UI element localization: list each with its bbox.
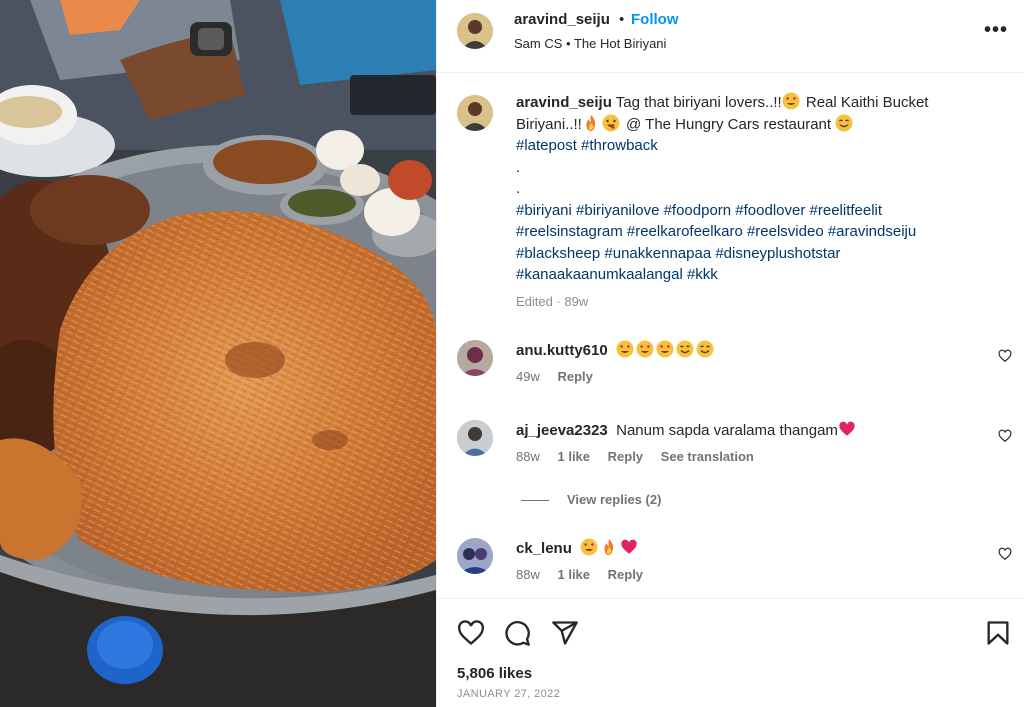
post-header: aravind_seiju • Follow Sam CS • The Hot … bbox=[437, 0, 1024, 73]
comment-meta: 88w 1 like Reply bbox=[516, 567, 657, 582]
red-heart-emoji bbox=[620, 538, 638, 556]
caption-hashtags-1[interactable]: #latepost #throwback bbox=[516, 135, 986, 157]
heart-eyes-emoji bbox=[782, 92, 800, 110]
biryani-photo bbox=[0, 0, 436, 707]
commenter-avatar-image bbox=[457, 340, 493, 376]
heart-eyes-emoji bbox=[580, 538, 598, 556]
reply-button[interactable]: Reply bbox=[608, 449, 643, 464]
audio-location-subtitle[interactable]: Sam CS • The Hot Biriyani bbox=[514, 36, 666, 51]
red-heart-emoji bbox=[838, 420, 856, 438]
bookmark-icon[interactable] bbox=[984, 619, 1012, 647]
caption-hashtags-2[interactable]: #biriyani #biriyanilove #foodporn #foodl… bbox=[516, 200, 986, 286]
comment-username[interactable]: ck_lenu bbox=[516, 540, 572, 557]
comment-meta: 49w Reply bbox=[516, 369, 607, 384]
caption-avatar-image bbox=[457, 95, 493, 131]
commenter-avatar[interactable] bbox=[457, 340, 493, 376]
caption-username[interactable]: aravind_seiju bbox=[516, 94, 612, 111]
comment-text: ck_lenu bbox=[516, 538, 640, 557]
comment-likes[interactable]: 1 like bbox=[557, 449, 590, 464]
like-comment-heart-icon[interactable] bbox=[998, 349, 1012, 363]
view-replies-label: View replies (2) bbox=[567, 492, 662, 507]
comment-body: Nanum sapda varalama thangam bbox=[616, 422, 838, 439]
comment-text: aj_jeeva2323 Nanum sapda varalama thanga… bbox=[516, 420, 858, 439]
comment-username[interactable]: aj_jeeva2323 bbox=[516, 422, 608, 439]
caption-text: aravind_seiju Tag that biriyani lovers..… bbox=[516, 92, 986, 286]
likes-count[interactable]: 5,806 likes bbox=[457, 665, 532, 682]
fire-emoji bbox=[600, 538, 618, 556]
caption-author-avatar[interactable] bbox=[457, 95, 493, 131]
author-username[interactable]: aravind_seiju bbox=[514, 11, 610, 28]
caption-dot-2: . bbox=[516, 180, 521, 197]
post-action-bar: 5,806 likes JANUARY 27, 2022 bbox=[437, 598, 1024, 707]
commenter-avatar-image bbox=[457, 538, 493, 574]
commenter-avatar[interactable] bbox=[457, 420, 493, 456]
follow-button[interactable]: Follow bbox=[631, 11, 679, 28]
caption-line-3: @ The Hungry Cars restaurant bbox=[621, 115, 836, 133]
comment-item: aj_jeeva2323 Nanum sapda varalama thanga… bbox=[457, 420, 1017, 480]
comment-text: anu.kutty610 bbox=[516, 340, 716, 359]
reply-button[interactable]: Reply bbox=[557, 369, 592, 384]
smiling-emoji bbox=[835, 114, 853, 132]
comment-item: anu.kutty610 49w Reply bbox=[457, 340, 1017, 400]
smile-emoji bbox=[676, 340, 694, 358]
caption-dot-1: . bbox=[516, 158, 521, 176]
caption-edited-time: Edited · 89w bbox=[516, 294, 589, 309]
post-media[interactable] bbox=[0, 0, 436, 707]
like-comment-heart-icon[interactable] bbox=[998, 429, 1012, 443]
replies-divider-line bbox=[521, 500, 549, 502]
comment-item: ck_lenu 88w 1 like Reply bbox=[457, 538, 1017, 598]
heart-eyes-emoji bbox=[616, 340, 634, 358]
author-avatar-image bbox=[457, 13, 493, 49]
comment-icon[interactable] bbox=[503, 619, 531, 647]
comment-likes[interactable]: 1 like bbox=[557, 567, 590, 582]
view-replies-button[interactable]: View replies (2) bbox=[521, 492, 661, 507]
heart-eyes-emoji bbox=[656, 340, 674, 358]
reply-button[interactable]: Reply bbox=[608, 567, 643, 582]
like-comment-heart-icon[interactable] bbox=[998, 547, 1012, 561]
heart-eyes-emoji bbox=[636, 340, 654, 358]
post-date: JANUARY 27, 2022 bbox=[457, 688, 561, 700]
commenter-avatar[interactable] bbox=[457, 538, 493, 574]
caption-line-1: Tag that biriyani lovers..!! bbox=[615, 94, 782, 111]
comment-time: 88w bbox=[516, 567, 540, 582]
commenter-avatar-image bbox=[457, 420, 493, 456]
fire-emoji bbox=[582, 114, 600, 132]
see-translation-link[interactable]: See translation bbox=[661, 449, 754, 464]
separator-dot: • bbox=[619, 11, 625, 28]
smile-emoji bbox=[696, 340, 714, 358]
comment-username[interactable]: anu.kutty610 bbox=[516, 342, 608, 359]
share-icon[interactable] bbox=[551, 619, 579, 647]
author-avatar[interactable] bbox=[457, 13, 493, 49]
comment-time: 49w bbox=[516, 369, 540, 384]
comment-time: 88w bbox=[516, 449, 540, 464]
comment-meta: 88w 1 like Reply See translation bbox=[516, 449, 768, 464]
grinning-squint-emoji bbox=[602, 114, 620, 132]
more-options-icon[interactable]: ••• bbox=[984, 20, 1008, 44]
post-details-panel: aravind_seiju • Follow Sam CS • The Hot … bbox=[436, 0, 1024, 707]
heart-icon[interactable] bbox=[457, 619, 485, 647]
